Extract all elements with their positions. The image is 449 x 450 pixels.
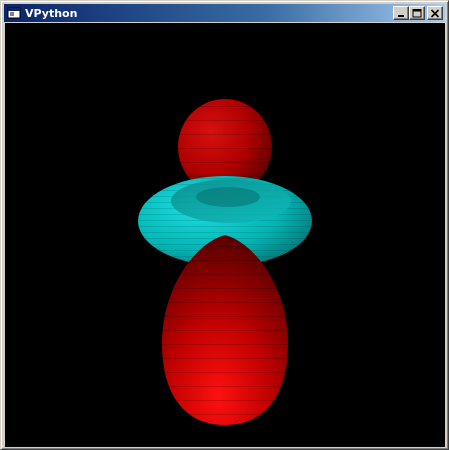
- app-window-icon[interactable]: [7, 6, 21, 20]
- scene-canvas[interactable]: [5, 23, 445, 447]
- close-icon: [430, 8, 440, 18]
- close-button[interactable]: [427, 6, 443, 20]
- maximize-button[interactable]: [409, 6, 425, 20]
- lower-lobe: [162, 235, 288, 425]
- minimize-button[interactable]: [393, 6, 409, 20]
- caption-buttons: [393, 6, 443, 20]
- window-title: VPython: [25, 6, 78, 20]
- title-bar[interactable]: VPython: [4, 4, 445, 22]
- vpython-window: VPython: [0, 0, 449, 450]
- minimize-icon: [398, 14, 404, 17]
- maximize-icon: [412, 8, 422, 17]
